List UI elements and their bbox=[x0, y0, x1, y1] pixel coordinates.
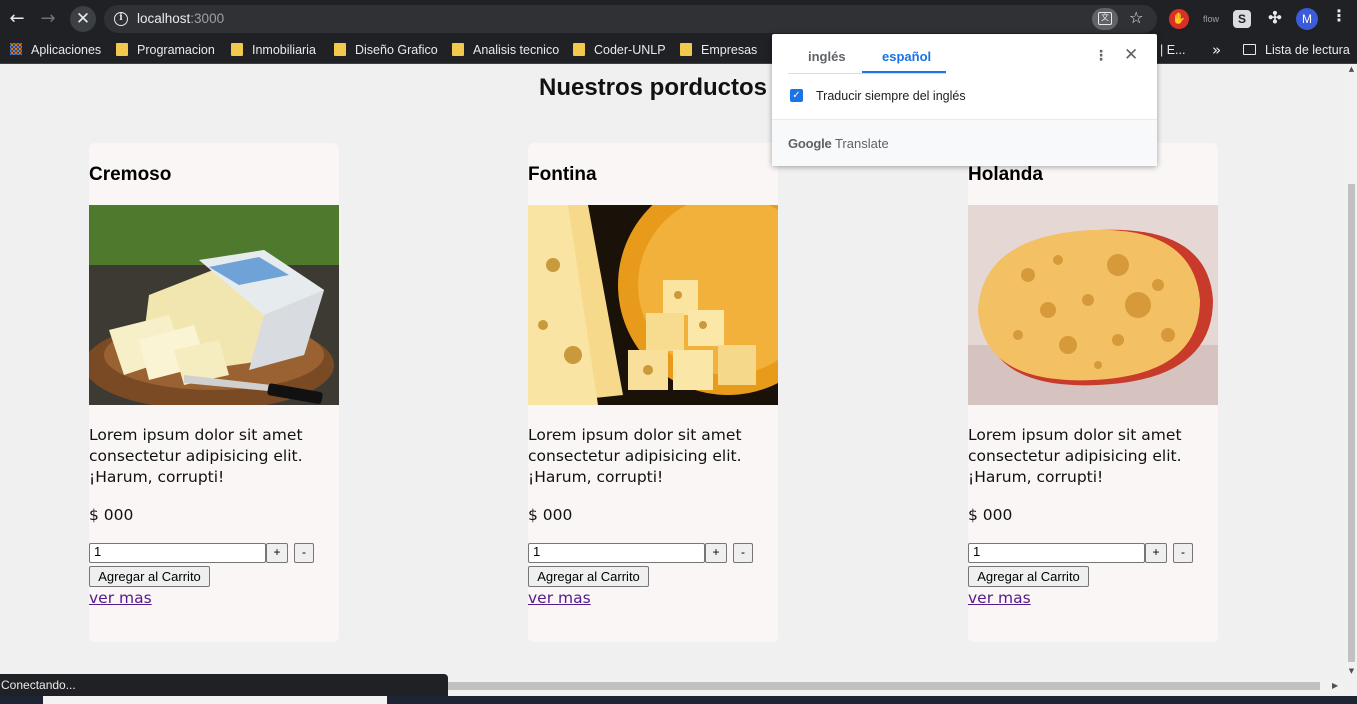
popup-more-options-icon[interactable]: ⋮ bbox=[1094, 48, 1108, 64]
tab-ingles[interactable]: inglés bbox=[808, 49, 846, 64]
product-card: Holanda Lorem ipsum dolor sit amet conse… bbox=[968, 143, 1218, 642]
browser-menu-icon[interactable]: ⋮ bbox=[1331, 6, 1347, 25]
product-card: Fontina Lorem ipsum dolor sit amet conse… bbox=[528, 143, 778, 642]
product-image-cremoso bbox=[89, 205, 339, 405]
url-text[interactable]: localhost:3000 bbox=[137, 11, 224, 26]
google-wordmark: Google bbox=[788, 136, 832, 151]
bookmark-label: Diseño Grafico bbox=[355, 43, 438, 57]
translate-page-button[interactable]: 文 bbox=[1092, 8, 1118, 30]
taskbar-window[interactable] bbox=[43, 696, 387, 704]
folder-icon bbox=[452, 43, 464, 56]
add-to-cart-button[interactable]: Agregar al Carrito bbox=[89, 566, 210, 587]
reading-list-button[interactable]: Lista de lectura bbox=[1243, 43, 1350, 57]
bookmark-label: Aplicaciones bbox=[31, 43, 102, 57]
stop-loading-icon[interactable]: ✕ bbox=[70, 6, 96, 32]
add-to-cart-button[interactable]: Agregar al Carrito bbox=[528, 566, 649, 587]
vertical-scroll-thumb[interactable] bbox=[1348, 184, 1355, 662]
extension-s-icon[interactable]: S bbox=[1233, 10, 1251, 28]
folder-icon bbox=[573, 43, 585, 56]
bookmarks-overflow-chevron-icon[interactable]: » bbox=[1212, 41, 1221, 59]
product-name: Cremoso bbox=[89, 164, 172, 185]
bookmark-folder[interactable]: Inmobiliaria bbox=[231, 43, 316, 57]
site-info-icon[interactable]: i bbox=[114, 12, 128, 26]
bookmark-folder[interactable]: Diseño Grafico bbox=[334, 43, 438, 57]
bookmark-label: Analisis tecnico bbox=[473, 43, 560, 57]
scroll-up-arrow-icon[interactable]: ▲ bbox=[1347, 65, 1356, 73]
popup-close-icon[interactable]: ✕ bbox=[1124, 45, 1138, 65]
see-more-link[interactable]: ver mas bbox=[968, 589, 1031, 607]
scroll-right-arrow-icon[interactable]: ▶ bbox=[1332, 680, 1338, 692]
add-to-cart-button[interactable]: Agregar al Carrito bbox=[968, 566, 1089, 587]
vertical-scrollbar[interactable]: ▲ ▼ bbox=[1346, 64, 1357, 680]
always-translate-label[interactable]: Traducir siempre del inglés bbox=[816, 89, 966, 103]
google-translate-logo: Google Translate bbox=[788, 136, 889, 151]
bookmark-label: Programacion bbox=[137, 43, 215, 57]
product-price: $ 000 bbox=[968, 506, 1013, 524]
forward-arrow-icon[interactable]: → bbox=[36, 7, 60, 31]
product-image-holanda bbox=[968, 205, 1218, 405]
translate-wordmark: Translate bbox=[834, 136, 889, 151]
quantity-decrement-button[interactable]: - bbox=[294, 543, 314, 563]
extension-flow-icon[interactable]: flow bbox=[1199, 9, 1223, 29]
product-name: Fontina bbox=[528, 164, 597, 185]
extension-red-hand-icon[interactable]: ✋ bbox=[1169, 9, 1189, 29]
product-price: $ 000 bbox=[528, 506, 573, 524]
reading-list-icon bbox=[1243, 44, 1256, 55]
bookmark-folder[interactable]: Empresas bbox=[680, 43, 757, 57]
product-description: Lorem ipsum dolor sit amet consectetur a… bbox=[528, 426, 742, 486]
product-description: Lorem ipsum dolor sit amet consectetur a… bbox=[89, 426, 303, 486]
bookmark-apps[interactable]: Aplicaciones bbox=[10, 43, 101, 57]
bookmark-label: Empresas bbox=[701, 43, 758, 57]
product-price: $ 000 bbox=[89, 506, 134, 524]
scroll-down-arrow-icon[interactable]: ▼ bbox=[1347, 667, 1356, 675]
browser-toolbar: ← → ✕ i localhost:3000 文 ☆ ✋ flow S ✣ M … bbox=[0, 0, 1357, 38]
active-tab-indicator bbox=[862, 71, 946, 73]
product-description: Lorem ipsum dolor sit amet consectetur a… bbox=[968, 426, 1182, 486]
folder-icon bbox=[116, 43, 128, 56]
translate-icon: 文 bbox=[1098, 12, 1112, 25]
apps-grid-icon bbox=[10, 43, 22, 55]
bookmark-label: Inmobiliaria bbox=[252, 43, 316, 57]
see-more-link[interactable]: ver mas bbox=[89, 589, 152, 607]
os-taskbar bbox=[0, 696, 1357, 704]
folder-icon bbox=[680, 43, 692, 56]
see-more-link[interactable]: ver mas bbox=[528, 589, 591, 607]
status-bubble: Conectando... bbox=[0, 674, 448, 696]
always-translate-checkbox[interactable]: ✓ bbox=[790, 89, 803, 102]
translate-popup: inglés español ⋮ ✕ ✓ Traducir siempre de… bbox=[772, 34, 1157, 166]
bookmark-folder[interactable]: Coder-UNLP bbox=[573, 43, 666, 57]
bookmark-star-icon[interactable]: ☆ bbox=[1129, 8, 1143, 27]
quantity-input[interactable]: 1 bbox=[528, 543, 705, 563]
url-port: :3000 bbox=[190, 11, 225, 26]
popup-footer: Google Translate bbox=[772, 119, 1157, 166]
extensions-puzzle-icon[interactable]: ✣ bbox=[1265, 9, 1285, 29]
product-name: Holanda bbox=[968, 164, 1043, 185]
quantity-input[interactable]: 1 bbox=[89, 543, 266, 563]
profile-avatar[interactable]: M bbox=[1296, 8, 1318, 30]
tab-espanol[interactable]: español bbox=[882, 49, 931, 64]
quantity-decrement-button[interactable]: - bbox=[733, 543, 753, 563]
address-bar[interactable]: i localhost:3000 文 ☆ bbox=[104, 5, 1157, 33]
url-host: localhost bbox=[137, 11, 191, 26]
bookmark-label: Coder-UNLP bbox=[594, 43, 666, 57]
quantity-input[interactable]: 1 bbox=[968, 543, 1145, 563]
product-card: Cremoso Lorem ipsum dolor sit amet conse… bbox=[89, 143, 339, 642]
horizontal-scroll-thumb[interactable] bbox=[448, 682, 1320, 690]
quantity-increment-button[interactable]: + bbox=[705, 543, 727, 563]
bookmark-folder[interactable]: Programacion bbox=[116, 43, 215, 57]
reading-list-label: Lista de lectura bbox=[1265, 43, 1350, 57]
quantity-increment-button[interactable]: + bbox=[1145, 543, 1167, 563]
quantity-increment-button[interactable]: + bbox=[266, 543, 288, 563]
folder-icon bbox=[334, 43, 346, 56]
bookmark-folder[interactable]: Analisis tecnico bbox=[452, 43, 559, 57]
bookmark-partial[interactable]: | E... bbox=[1160, 43, 1185, 57]
tabs-divider bbox=[788, 73, 946, 74]
back-arrow-icon[interactable]: ← bbox=[5, 7, 29, 31]
quantity-decrement-button[interactable]: - bbox=[1173, 543, 1193, 563]
product-image-fontina bbox=[528, 205, 778, 405]
folder-icon bbox=[231, 43, 243, 56]
